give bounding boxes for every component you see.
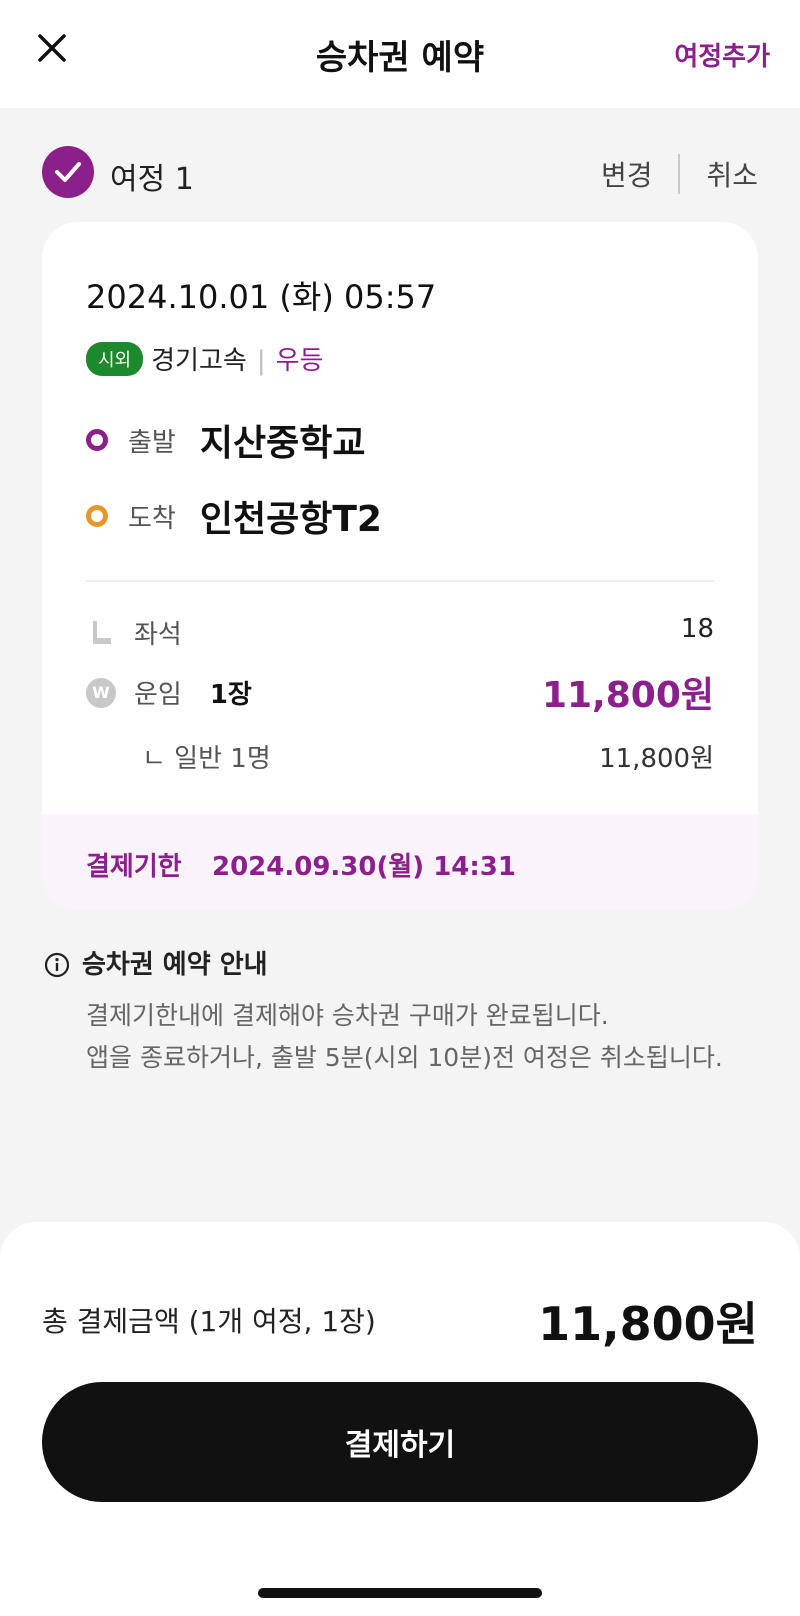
journey-actions: 변경 취소 [601,154,758,194]
payment-deadline: 결제기한 2024.09.30(월) 14:31 [42,814,758,910]
notice-line-2: 앱을 종료하거나, 출발 5분(시외 10분)전 여정은 취소됩니다. [86,1043,723,1072]
deadline-value: 2024.09.30(월) 14:31 [212,852,516,882]
action-divider [678,154,681,194]
seat-label: 좌석 [134,620,182,650]
departure-label: 출발 [128,427,176,458]
departure-dot [86,429,108,451]
journey-header: 여정 1 변경 취소 [42,144,758,200]
info-icon [44,952,70,978]
fare-detail-price: 11,800원 [599,744,714,774]
notice-line-1: 결제기한내에 결제해야 승차권 구매가 완료됩니다. [86,1001,609,1030]
arrival-label: 도착 [128,503,176,534]
bus-info: 시외 경기고속 | 우등 [86,340,323,377]
notice-title-row: 승차권 예약 안내 [44,944,760,981]
info-separator: | [256,346,266,376]
seat-row: 좌석 18 [86,614,714,651]
notice-title: 승차권 예약 안내 [82,950,268,980]
deadline-label: 결제기한 [86,852,182,882]
reservation-notice: 승차권 예약 안내 결제기한내에 결제해야 승차권 구매가 완료됩니다. 앱을 … [44,944,760,1079]
payment-summary: 총 결제금액 (1개 여정, 1장) 11,800원 결제하기 [0,1222,800,1616]
card-divider [86,580,714,582]
fare-row: W 운임 1장 11,800원 [86,674,714,716]
ticket-card: 2024.10.01 (화) 05:57 시외 경기고속 | 우등 출발 지산중학교 도… [42,222,758,910]
fare-detail-label: ㄴ 일반 1명 [142,744,271,774]
change-button[interactable]: 변경 [601,154,653,194]
total-amount: 11,800원 [538,1297,758,1351]
won-icon: W [86,677,116,708]
arrival-dot [86,505,108,527]
bus-company: 경기고속 [151,346,247,376]
fare-price: 11,800원 [541,675,714,716]
bus-grade: 우등 [275,346,324,376]
cancel-button[interactable]: 취소 [706,154,758,194]
seat-number: 18 [680,614,714,644]
route-type-badge: 시외 [86,342,144,376]
departure-name: 지산중학교 [199,423,366,464]
journey-checkbox[interactable] [42,146,94,198]
arrival-name: 인천공항T2 [199,499,382,540]
fare-label: 운임 [134,680,182,710]
total-label: 총 결제금액 (1개 여정, 1장) [42,1305,376,1338]
ticket-count: 1장 [209,680,252,710]
departure-datetime: 2024.10.01 (화) 05:57 [86,278,437,316]
journey-label: 여정 1 [110,162,194,197]
arrival-stop: 도착 인천공항T2 [86,490,382,542]
home-indicator [258,1588,542,1598]
add-journey-button[interactable]: 여정추가 [674,36,770,73]
fare-detail-row: ㄴ 일반 1명 11,800원 [142,738,714,775]
pay-button[interactable]: 결제하기 [42,1382,758,1502]
top-bar: 승차권 예약 여정추가 [0,0,800,108]
check-icon [55,162,81,182]
seat-icon [93,620,111,644]
notice-body: 결제기한내에 결제해야 승차권 구매가 완료됩니다. 앱을 종료하거나, 출발 … [86,995,760,1079]
departure-stop: 출발 지산중학교 [86,414,365,466]
